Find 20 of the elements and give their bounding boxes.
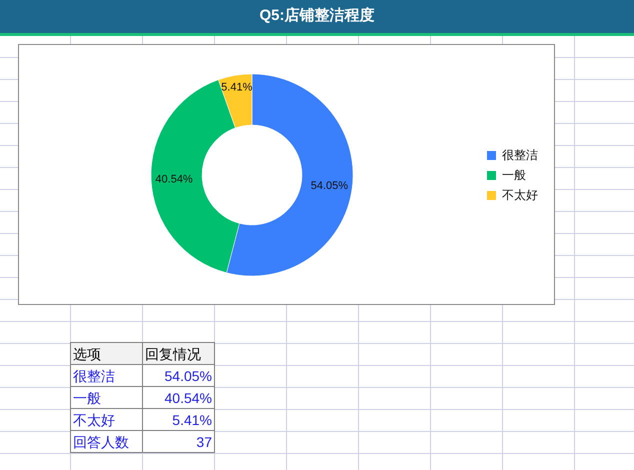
legend-swatch bbox=[487, 171, 496, 180]
legend-label: 很整洁 bbox=[502, 147, 538, 164]
table-cell: 54.05% bbox=[142, 364, 214, 386]
legend-label: 一般 bbox=[502, 167, 526, 184]
page-title: Q5:店铺整洁程度 bbox=[259, 6, 374, 26]
table-cell: 37 bbox=[142, 430, 214, 452]
table-cell: 回答人数 bbox=[70, 430, 142, 452]
data-label: 5.41% bbox=[221, 81, 252, 94]
table-cell: 很整洁 bbox=[70, 364, 142, 386]
legend-swatch bbox=[487, 151, 496, 160]
table-cell: 40.54% bbox=[142, 386, 214, 408]
table-cell: 5.41% bbox=[142, 408, 214, 430]
data-label: 54.05% bbox=[310, 180, 348, 192]
legend-label: 不太好 bbox=[502, 187, 538, 204]
header-cell: 回复情况 bbox=[142, 342, 214, 364]
header-cell: 选项 bbox=[70, 342, 142, 364]
table-cell: 不太好 bbox=[70, 408, 142, 430]
data-label: 40.54% bbox=[155, 173, 193, 186]
legend-swatch bbox=[487, 191, 496, 200]
table-cell: 一般 bbox=[70, 386, 142, 408]
